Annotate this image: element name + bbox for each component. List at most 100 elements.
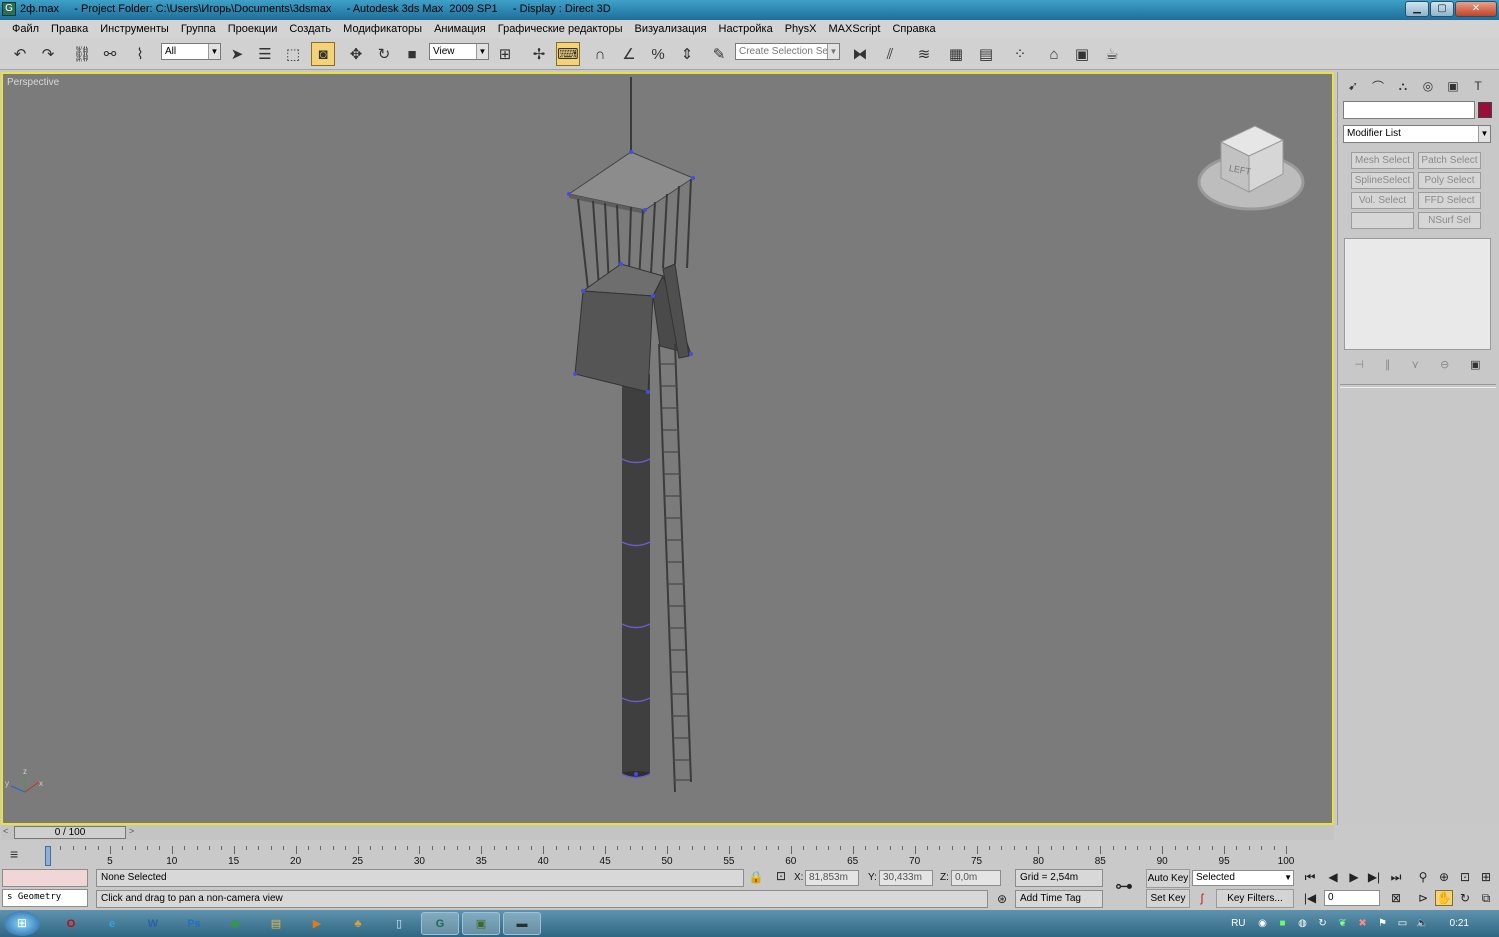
time-slider[interactable]: < 0 / 100 > (1, 825, 1334, 840)
language-indicator[interactable]: RU (1231, 918, 1245, 929)
selection-filter-dropdown[interactable]: All ▼ (161, 43, 221, 60)
empty-modifier-button[interactable] (1351, 212, 1414, 229)
volume-icon[interactable]: 🔈 (1416, 917, 1430, 931)
tray-flag-icon[interactable]: ⚑ (1376, 917, 1390, 931)
minimize-button[interactable]: ▁ (1405, 1, 1429, 17)
curve-editor-icon[interactable]: ▦ (944, 42, 968, 66)
pin-stack-icon[interactable]: ⊣ (1354, 358, 1364, 371)
menu-item-1[interactable]: Правка (45, 23, 94, 35)
current-frame-indicator[interactable] (45, 846, 51, 866)
time-slider-thumb[interactable]: 0 / 100 (14, 826, 126, 839)
snap-3d-icon[interactable]: ∩ (588, 42, 612, 66)
time-slider-next-icon[interactable]: > (129, 826, 134, 836)
menu-item-2[interactable]: Инструменты (94, 23, 175, 35)
menu-item-6[interactable]: Модификаторы (337, 23, 428, 35)
current-frame-field[interactable]: 0 (1324, 890, 1380, 906)
console-icon[interactable]: ▬ (503, 912, 541, 935)
orbit-icon[interactable]: ↻ (1456, 891, 1474, 905)
ffd-select-button[interactable]: FFD Select (1418, 192, 1481, 209)
time-config-icon[interactable]: ⊠ (1386, 891, 1406, 905)
explorer-icon[interactable]: ▤ (257, 912, 295, 935)
track-ruler[interactable]: 0510152025303540455055606570758085909510… (45, 846, 1294, 868)
scale-icon[interactable]: ■ (400, 42, 424, 66)
maximize-viewport-icon[interactable]: ⧉ (1477, 891, 1495, 906)
angle-snap-icon[interactable]: ∠ (617, 42, 641, 66)
spinner-snap-icon[interactable]: ⇕ (675, 42, 699, 66)
patch-select-button[interactable]: Patch Select (1418, 152, 1481, 169)
key-tangent-icon[interactable]: ʃ (1194, 891, 1210, 905)
hierarchy-tab-icon[interactable]: ⛬ (1393, 76, 1413, 96)
motion-tab-icon[interactable]: ◎ (1418, 76, 1438, 96)
auto-key-button[interactable]: Auto Key (1146, 869, 1190, 888)
z-coordinate-field[interactable]: 0,0m (951, 870, 1001, 886)
key-mode-toggle-icon[interactable]: |◀ (1300, 891, 1320, 905)
go-to-end-icon[interactable]: ⏭ (1386, 870, 1406, 885)
next-frame-icon[interactable]: ▶| (1364, 870, 1384, 884)
pivot-icon[interactable]: ⊞ (493, 42, 517, 66)
schematic-view-icon[interactable]: ▤ (974, 42, 998, 66)
start-button[interactable]: ⊞ (4, 911, 40, 936)
watchtower-model[interactable] (567, 77, 695, 793)
rect-region-icon[interactable]: ⬚ (281, 42, 305, 66)
pan-view-icon[interactable]: ✋ (1435, 890, 1453, 906)
key-mode-dropdown[interactable]: Selected ▼ (1192, 870, 1294, 886)
select-arrow-icon[interactable]: ➤ (225, 42, 249, 66)
field-of-view-icon[interactable]: ⊳ (1414, 891, 1432, 905)
material-editor-icon[interactable]: ⁘ (1008, 42, 1032, 66)
mini-curve-editor-icon[interactable]: ≡ (10, 846, 18, 862)
nsurf-sel-button[interactable]: NSurf Sel (1418, 212, 1481, 229)
link-icon[interactable]: ⛓ (70, 42, 94, 66)
media-player-icon[interactable]: ▶ (298, 912, 336, 935)
chrome-icon[interactable]: ◉ (216, 912, 254, 935)
mesh-select-button[interactable]: Mesh Select (1351, 152, 1414, 169)
render-teapot-icon[interactable]: ☕ (1100, 42, 1124, 66)
word-icon[interactable]: W (134, 912, 172, 935)
vol-select-button[interactable]: Vol. Select (1351, 192, 1414, 209)
layer-manager-icon[interactable]: ≋ (912, 42, 936, 66)
menu-item-5[interactable]: Создать (283, 23, 337, 35)
menu-item-7[interactable]: Анимация (428, 23, 492, 35)
3dsmax-app-icon[interactable]: G (2, 2, 16, 16)
photoshop-icon[interactable]: Ps (175, 912, 213, 935)
percent-snap-icon[interactable]: % (646, 42, 670, 66)
menu-item-10[interactable]: Настройка (713, 23, 779, 35)
key-filters-button[interactable]: Key Filters... (1216, 889, 1294, 908)
move-icon[interactable]: ✥ (344, 42, 368, 66)
close-button[interactable]: ✕ (1455, 1, 1497, 17)
configure-sets-icon[interactable]: ▣ (1470, 358, 1480, 371)
maxscript-mini-listener[interactable]: s Geometry (2, 889, 88, 907)
zoom-extents-icon[interactable]: ⊡ (1456, 870, 1474, 884)
go-to-start-icon[interactable]: ⏮ (1300, 870, 1320, 885)
tray-app-icon[interactable]: ◉ (1256, 917, 1270, 931)
mirror-icon[interactable]: ⧓ (848, 42, 872, 66)
object-name-field[interactable] (1343, 101, 1475, 119)
notepad-icon[interactable]: ▯ (380, 912, 418, 935)
keyboard-shortcut-icon[interactable]: ⌨ (556, 42, 580, 66)
align-icon[interactable]: ⫽ (878, 42, 902, 66)
tray-leaf-icon[interactable]: ❦ (1336, 917, 1350, 931)
display-tab-icon[interactable]: ▣ (1443, 76, 1463, 96)
modifier-stack[interactable] (1344, 238, 1491, 350)
utilities-tab-icon[interactable]: T (1468, 76, 1488, 96)
menu-item-8[interactable]: Графические редакторы (492, 23, 629, 35)
x-coordinate-field[interactable]: 81,853m (805, 870, 859, 886)
menu-item-12[interactable]: MAXScript (823, 23, 887, 35)
absolute-mode-icon[interactable]: ⊡ (772, 869, 790, 883)
tray-green-icon[interactable]: ■ (1276, 917, 1290, 931)
select-by-name-icon[interactable]: ☰ (253, 42, 277, 66)
perspective-viewport[interactable]: Perspective LEFT z x y (1, 72, 1334, 825)
add-time-tag[interactable]: Add Time Tag (1015, 890, 1103, 908)
network-icon[interactable]: ♣ (339, 912, 377, 935)
zoom-icon[interactable]: ⚲ (1414, 870, 1432, 884)
track-bar[interactable]: ≡ 05101520253035404550556065707580859095… (0, 842, 1334, 868)
opera-icon[interactable]: O (52, 912, 90, 935)
modifier-list-dropdown[interactable]: Modifier List ▼ (1343, 125, 1491, 143)
previous-frame-icon[interactable]: ◀ (1323, 870, 1343, 884)
tray-display-icon[interactable]: ▭ (1396, 917, 1410, 931)
time-tag-icon[interactable]: ⊛ (993, 892, 1011, 906)
zoom-all-icon[interactable]: ⊕ (1435, 870, 1453, 884)
make-unique-icon[interactable]: ⋎ (1411, 358, 1419, 371)
create-tab-icon[interactable]: ➹ (1343, 76, 1363, 96)
maximize-button[interactable]: ▢ (1430, 1, 1454, 17)
tray-globe-icon[interactable]: ◍ (1296, 917, 1310, 931)
